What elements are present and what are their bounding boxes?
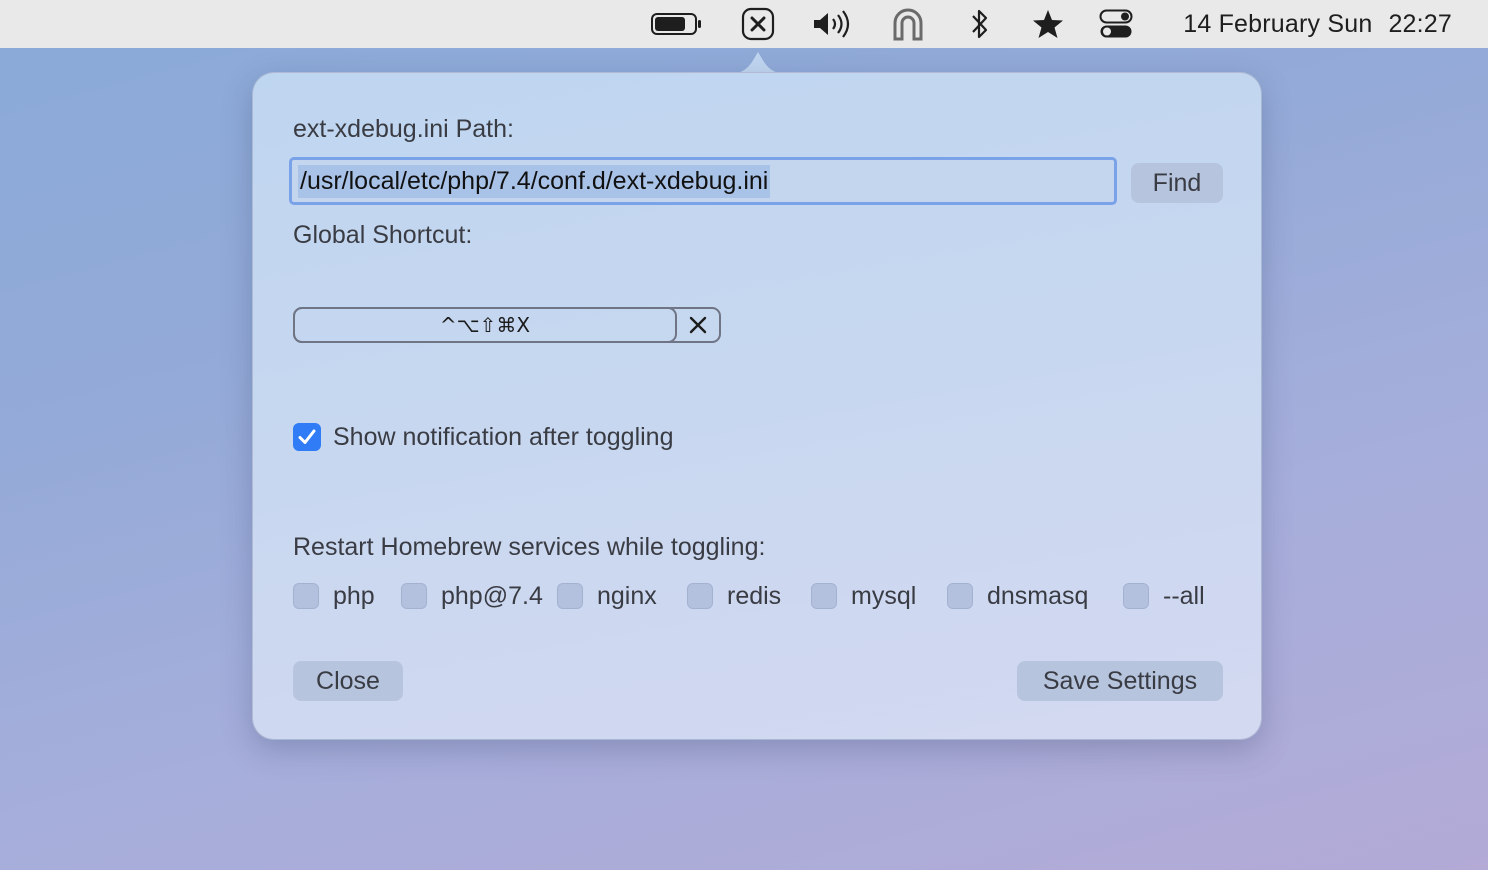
control-center-icon[interactable] xyxy=(1096,0,1136,48)
service-label: php xyxy=(333,581,375,610)
bluetooth-icon[interactable] xyxy=(962,0,998,48)
menu-bar-clock[interactable]: 14 February Sun 22:27 xyxy=(1183,0,1452,48)
notification-label[interactable]: Show notification after toggling xyxy=(333,423,674,452)
service-checkbox-dnsmasq[interactable]: dnsmasq xyxy=(947,579,1088,613)
checkbox[interactable] xyxy=(293,583,319,609)
service-label: dnsmasq xyxy=(987,581,1089,610)
star-icon[interactable] xyxy=(1028,0,1068,48)
checkbox[interactable] xyxy=(1123,583,1149,609)
service-checkbox-php74[interactable]: php@7.4 xyxy=(401,579,543,613)
service-checkbox-all[interactable]: --all xyxy=(1123,579,1205,613)
checkbox[interactable] xyxy=(401,583,427,609)
clear-shortcut-button[interactable] xyxy=(677,309,719,341)
checkbox[interactable] xyxy=(811,583,837,609)
checkbox[interactable] xyxy=(557,583,583,609)
checkbox[interactable] xyxy=(687,583,713,609)
path-input[interactable]: /usr/local/etc/php/7.4/conf.d/ext-xdebug… xyxy=(289,157,1117,205)
save-settings-button[interactable]: Save Settings xyxy=(1017,661,1223,701)
shortcut-recorder[interactable]: ^⌥⇧⌘X xyxy=(293,307,721,343)
shortcut-keys[interactable]: ^⌥⇧⌘X xyxy=(293,307,677,343)
service-label: --all xyxy=(1163,581,1205,610)
service-label: redis xyxy=(727,581,782,610)
service-label: nginx xyxy=(597,581,657,610)
popover-arrow xyxy=(730,52,786,74)
close-button[interactable]: Close xyxy=(293,661,403,701)
service-label: php@7.4 xyxy=(441,581,543,610)
service-label: mysql xyxy=(851,581,917,610)
xdebug-toggle-icon[interactable] xyxy=(738,0,778,48)
date-text: 14 February Sun xyxy=(1183,9,1373,38)
menu-bar: 14 February Sun 22:27 xyxy=(0,0,1488,48)
service-checkbox-mysql[interactable]: mysql xyxy=(811,579,916,613)
service-checkbox-nginx[interactable]: nginx xyxy=(557,579,657,613)
checkbox[interactable] xyxy=(947,583,973,609)
close-icon xyxy=(689,316,707,334)
battery-icon[interactable] xyxy=(648,0,706,48)
service-checkbox-redis[interactable]: redis xyxy=(687,579,781,613)
shortcut-label: Global Shortcut: xyxy=(293,221,473,249)
checkmark-icon xyxy=(298,429,316,444)
service-checkbox-php[interactable]: php xyxy=(293,579,375,613)
find-button[interactable]: Find xyxy=(1131,163,1223,203)
time-text: 22:27 xyxy=(1388,9,1452,38)
path-input-value[interactable]: /usr/local/etc/php/7.4/conf.d/ext-xdebug… xyxy=(298,164,771,198)
services-label: Restart Homebrew services while toggling… xyxy=(293,533,766,561)
magnet-icon[interactable] xyxy=(886,0,930,48)
volume-icon[interactable] xyxy=(808,0,854,48)
notification-checkbox[interactable] xyxy=(293,423,321,451)
settings-popover: ext-xdebug.ini Path: /usr/local/etc/php/… xyxy=(252,72,1262,740)
path-label: ext-xdebug.ini Path: xyxy=(293,115,514,143)
